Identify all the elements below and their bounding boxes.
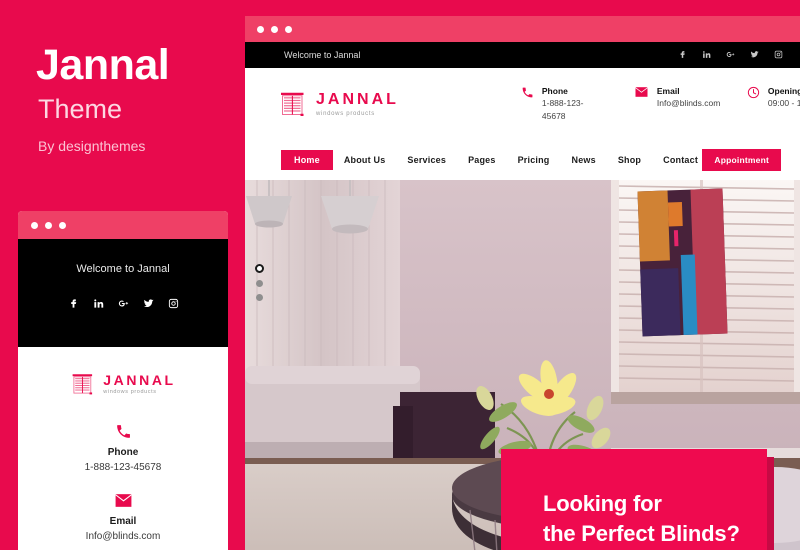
nav-item-pages[interactable]: Pages bbox=[457, 150, 507, 170]
mobile-logo-name: JANNAL bbox=[103, 372, 176, 388]
mobile-preview-topbar: Welcome to Jannal bbox=[18, 239, 228, 347]
mobile-email-value[interactable]: Info@blinds.com bbox=[18, 531, 228, 542]
site-topbar: Welcome to Jannal bbox=[245, 42, 800, 68]
window-dot-minimize-icon[interactable] bbox=[45, 221, 52, 229]
header-email-value[interactable]: Info@blinds.com bbox=[657, 97, 720, 109]
header-contact-phone: Phone 1-888-123-45678 bbox=[521, 86, 634, 122]
mobile-contact-phone: Phone 1-888-123-45678 bbox=[18, 423, 228, 473]
main-navigation: Home About Us Services Pages Pricing New… bbox=[245, 140, 800, 180]
window-blinds-icon bbox=[72, 374, 93, 395]
slider-dot-1[interactable] bbox=[255, 264, 264, 273]
mobile-phone-value[interactable]: 1-888-123-45678 bbox=[18, 462, 228, 473]
header-hours-value: 09:00 - 19:00 bbox=[767, 98, 800, 109]
header-phone-label: Phone bbox=[541, 85, 568, 96]
email-icon bbox=[635, 87, 648, 97]
hero-heading-line1: Looking for bbox=[543, 491, 662, 516]
mobile-preview-card: Welcome to Jannal JANNAL windows product… bbox=[18, 211, 228, 550]
site-header: JANNAL windows products Phone 1-888-123-… bbox=[245, 68, 800, 140]
mobile-logo[interactable]: JANNAL windows products bbox=[18, 371, 228, 397]
hero-heading: Looking for the Perfect Blinds? bbox=[543, 489, 740, 549]
nav-item-about-us[interactable]: About Us bbox=[333, 150, 397, 170]
header-contacts: Phone 1-888-123-45678 Email Info@blinds.… bbox=[521, 86, 800, 122]
topbar-social-links bbox=[678, 46, 783, 64]
mobile-phone-label: Phone bbox=[107, 447, 139, 458]
googleplus-icon[interactable] bbox=[118, 296, 129, 314]
hero-heading-line2: the Perfect Blinds? bbox=[543, 520, 740, 546]
mobile-email-label: Email bbox=[109, 516, 137, 527]
appointment-button[interactable]: Appointment bbox=[702, 149, 781, 171]
header-hours-label: Opening Time bbox=[767, 85, 800, 96]
slider-dot-2[interactable] bbox=[256, 280, 263, 287]
nav-item-services[interactable]: Services bbox=[396, 150, 457, 170]
header-contact-email: Email Info@blinds.com bbox=[634, 86, 747, 122]
mobile-preview-chrome-bar bbox=[18, 211, 228, 239]
phone-icon bbox=[116, 425, 130, 438]
window-dot-close-icon[interactable] bbox=[257, 25, 264, 33]
window-dot-close-icon[interactable] bbox=[31, 221, 38, 229]
site-logo-name: JANNAL bbox=[316, 90, 399, 108]
header-contact-hours: Opening Time 09:00 - 19:00 bbox=[747, 86, 800, 122]
promo-subtitle: Theme bbox=[38, 94, 123, 124]
hero-card: Looking for the Perfect Blinds? We'll ta… bbox=[501, 449, 767, 550]
clock-icon bbox=[747, 86, 760, 99]
promo-byline: By designthemes bbox=[38, 138, 146, 154]
nav-items: Home About Us Services Pages Pricing New… bbox=[281, 150, 709, 170]
nav-item-contact[interactable]: Contact bbox=[652, 150, 709, 170]
window-dot-maximize-icon[interactable] bbox=[59, 221, 66, 229]
header-email-label: Email bbox=[656, 85, 680, 96]
facebook-icon[interactable] bbox=[678, 46, 687, 64]
hero-slider-dots bbox=[255, 264, 264, 301]
email-icon bbox=[115, 494, 131, 507]
nav-item-shop[interactable]: Shop bbox=[607, 150, 652, 170]
linkedin-icon[interactable] bbox=[702, 46, 711, 64]
window-blinds-icon bbox=[281, 92, 304, 116]
twitter-icon[interactable] bbox=[750, 46, 759, 64]
instagram-icon[interactable] bbox=[168, 296, 179, 314]
site-logo-tagline: windows products bbox=[316, 110, 375, 117]
window-dot-maximize-icon[interactable] bbox=[285, 25, 292, 33]
linkedin-icon[interactable] bbox=[93, 296, 104, 314]
topbar-welcome-text: Welcome to Jannal bbox=[284, 50, 361, 60]
mobile-social-links bbox=[68, 296, 179, 314]
nav-item-pricing[interactable]: Pricing bbox=[507, 150, 561, 170]
promo-panel: Jannal Theme By designthemes Welcome to … bbox=[0, 0, 245, 550]
hero-slider: Looking for the Perfect Blinds? We'll ta… bbox=[245, 180, 800, 550]
slider-dot-3[interactable] bbox=[256, 294, 263, 301]
mobile-welcome-text: Welcome to Jannal bbox=[76, 263, 170, 275]
browser-chrome-bar bbox=[245, 16, 800, 42]
browser-window: Welcome to Jannal JANNAL windows product… bbox=[245, 16, 800, 550]
promo-title: Jannal bbox=[36, 41, 170, 89]
twitter-icon[interactable] bbox=[143, 296, 154, 314]
header-phone-value[interactable]: 1-888-123-45678 bbox=[542, 97, 594, 122]
site-logo[interactable]: JANNAL windows products bbox=[278, 89, 399, 119]
instagram-icon[interactable] bbox=[774, 46, 783, 64]
facebook-icon[interactable] bbox=[68, 296, 79, 314]
nav-item-news[interactable]: News bbox=[561, 150, 607, 170]
mobile-logo-tagline: windows products bbox=[103, 389, 157, 395]
phone-icon bbox=[522, 87, 533, 98]
mobile-preview-body: JANNAL windows products Phone 1-888-123-… bbox=[18, 347, 228, 542]
window-dot-minimize-icon[interactable] bbox=[271, 25, 278, 33]
googleplus-icon[interactable] bbox=[726, 46, 735, 64]
nav-item-home[interactable]: Home bbox=[281, 150, 333, 170]
mobile-contact-email: Email Info@blinds.com bbox=[18, 492, 228, 542]
